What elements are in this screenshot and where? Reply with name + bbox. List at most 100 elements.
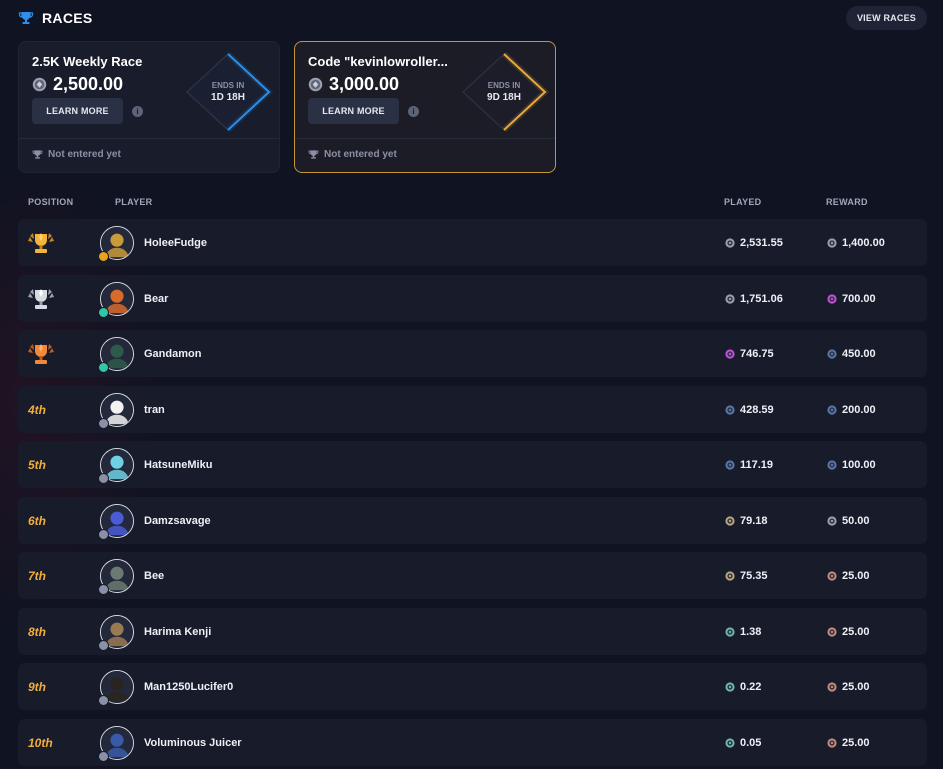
ends-in-value: 1D 18H (211, 92, 245, 103)
avatar-wrap (98, 558, 134, 595)
played-cell: 746.75 (725, 330, 774, 377)
reward-coin-icon (827, 626, 837, 637)
player-cell[interactable]: tran (98, 386, 165, 433)
reward-coin-icon (827, 293, 837, 304)
reward-amount: 450.00 (842, 347, 876, 360)
reward-cell: 50.00 (827, 497, 870, 544)
played-cell: 0.22 (725, 663, 761, 710)
player-name: Harima Kenji (144, 625, 212, 638)
leaderboard-row[interactable]: 4th tran 428.59 200.00 (18, 386, 927, 433)
avatar-wrap (98, 503, 134, 540)
leaderboard-row[interactable]: HoleeFudge 2,531.55 1,400.00 (18, 219, 927, 266)
level-badge (98, 639, 109, 651)
leaderboard-row[interactable]: 10th Voluminous Juicer 0.05 25.00 (18, 719, 927, 766)
reward-coin-icon (827, 404, 837, 415)
leaderboard-row[interactable]: Bear 1,751.06 700.00 (18, 275, 927, 322)
races-header: RACES VIEW RACES (18, 6, 927, 30)
player-name: Bear (144, 292, 169, 305)
avatar-wrap (98, 614, 134, 651)
column-player: PLAYER (115, 197, 153, 207)
reward-coin-icon (827, 570, 837, 581)
level-badge (98, 361, 109, 373)
column-reward: REWARD (826, 197, 868, 207)
bronze-trophy-icon (28, 344, 54, 364)
reward-coin-icon (827, 237, 837, 248)
played-amount: 0.22 (740, 680, 762, 693)
played-amount: 746.75 (740, 347, 774, 360)
entry-status-text: Not entered yet (48, 149, 121, 160)
player-cell[interactable]: Man1250Lucifer0 (98, 663, 233, 710)
race-card-weekly[interactable]: 2.5K Weekly Race 2,500.00 LEARN MORE i E… (18, 41, 280, 173)
played-cell: 0.05 (725, 719, 761, 766)
leaderboard-row[interactable]: 8th Harima Kenji 1.38 25.00 (18, 608, 927, 655)
learn-more-button[interactable]: LEARN MORE (308, 98, 399, 124)
entry-status: Not entered yet (308, 149, 397, 160)
played-amount: 2,531.55 (740, 236, 783, 249)
view-races-button[interactable]: VIEW RACES (845, 6, 927, 30)
leaderboard-row[interactable]: 9th Man1250Lucifer0 0.22 25.00 (18, 663, 927, 710)
player-cell[interactable]: Harima Kenji (98, 608, 212, 655)
player-cell[interactable]: Bear (98, 275, 169, 322)
player-cell[interactable]: HatsuneMiku (98, 441, 213, 488)
learn-row: LEARN MORE i (32, 98, 143, 124)
reward-amount: 100.00 (842, 458, 876, 471)
reward-cell: 25.00 (827, 552, 870, 599)
reward-cell: 450.00 (827, 330, 876, 377)
reward-amount: 200.00 (842, 403, 876, 416)
player-cell[interactable]: HoleeFudge (98, 219, 207, 266)
leaderboard-row[interactable]: 7th Bee 75.35 25.00 (18, 552, 927, 599)
reward-cell: 700.00 (827, 275, 876, 322)
reward-cell: 25.00 (827, 663, 870, 710)
info-icon[interactable]: i (132, 105, 143, 117)
played-coin-icon (725, 404, 735, 415)
race-prize: 3,000.00 (308, 74, 399, 95)
played-coin-icon (725, 681, 735, 692)
player-name: Gandamon (144, 347, 202, 360)
reward-cell: 200.00 (827, 386, 876, 433)
trophy-outline-icon (32, 150, 43, 159)
avatar-wrap (98, 225, 134, 262)
leaderboard-row[interactable]: 6th Damzsavage 79.18 50.00 (18, 497, 927, 544)
rank-label: 9th (28, 679, 46, 694)
played-coin-icon (725, 237, 735, 248)
level-badge (98, 250, 109, 262)
rank-label: 7th (28, 568, 46, 583)
player-cell[interactable]: Gandamon (98, 330, 202, 377)
card-divider (295, 138, 555, 139)
leaderboard-row[interactable]: 5th HatsuneMiku 117.19 100.00 (18, 441, 927, 488)
gem-coin-icon (308, 77, 323, 92)
reward-amount: 700.00 (842, 292, 876, 305)
trophy-outline-icon (308, 150, 319, 159)
played-cell: 117.19 (725, 441, 773, 488)
reward-cell: 25.00 (827, 719, 870, 766)
countdown-diamond: ENDS IN 9D 18H (459, 50, 549, 134)
leaderboard-row[interactable]: Gandamon 746.75 450.00 (18, 330, 927, 377)
rank-label: 6th (28, 513, 46, 528)
info-icon[interactable]: i (408, 105, 419, 117)
avatar-wrap (98, 392, 134, 429)
played-cell: 2,531.55 (725, 219, 783, 266)
races-title-group: RACES (18, 10, 93, 26)
reward-amount: 1,400.00 (842, 236, 885, 249)
reward-coin-icon (827, 737, 837, 748)
rank-label: 4th (28, 402, 46, 417)
reward-amount: 25.00 (842, 736, 870, 749)
race-card-code[interactable]: Code "kevinlowroller... 3,000.00 LEARN M… (294, 41, 556, 173)
player-name: Voluminous Juicer (144, 736, 242, 749)
player-name: Damzsavage (144, 514, 211, 527)
played-coin-icon (725, 570, 735, 581)
player-cell[interactable]: Voluminous Juicer (98, 719, 242, 766)
player-cell[interactable]: Damzsavage (98, 497, 211, 544)
column-played: PLAYED (724, 197, 762, 207)
learn-more-button[interactable]: LEARN MORE (32, 98, 123, 124)
avatar-wrap (98, 447, 134, 484)
player-name: HatsuneMiku (144, 458, 213, 471)
played-cell: 1,751.06 (725, 275, 783, 322)
played-amount: 117.19 (740, 458, 774, 471)
rank-label: 10th (28, 735, 53, 750)
race-amount: 3,000.00 (329, 74, 400, 94)
reward-coin-icon (827, 515, 837, 526)
player-cell[interactable]: Bee (98, 552, 164, 599)
race-cards: 2.5K Weekly Race 2,500.00 LEARN MORE i E… (18, 41, 556, 173)
level-badge (98, 417, 109, 429)
